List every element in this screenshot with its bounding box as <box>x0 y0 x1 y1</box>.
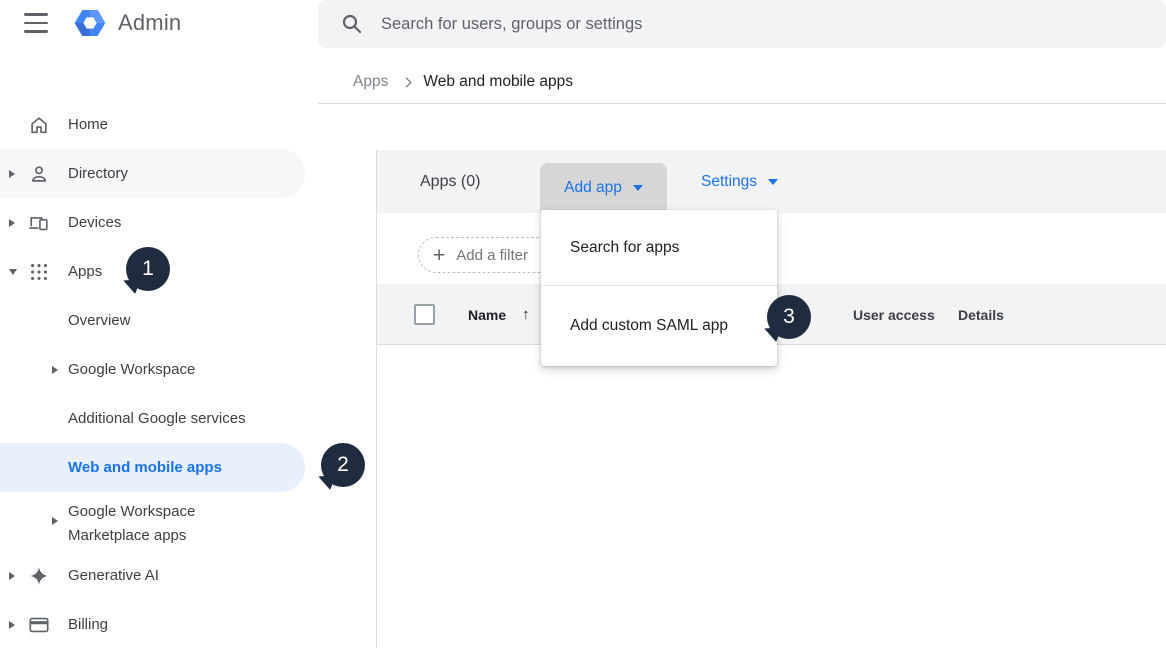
annotation-step-2-badge: 2 <box>321 443 365 487</box>
expand-arrow-icon[interactable] <box>9 621 15 629</box>
annotation-step-1-badge: 1 <box>126 247 170 291</box>
sidebar-item-web-and-mobile-apps[interactable]: Web and mobile apps <box>0 443 305 492</box>
breadcrumb-apps-link[interactable]: Apps <box>353 73 388 91</box>
add-app-menu: Search for apps Add custom SAML app <box>541 210 777 366</box>
admin-console: Admin Apps Web and mobile apps Home Dire… <box>0 0 1166 648</box>
sidebar-item-generative-ai[interactable]: Generative AI <box>0 551 305 600</box>
add-app-label: Add app <box>564 179 622 197</box>
sidebar-item-google-workspace[interactable]: Google Workspace <box>0 345 305 394</box>
menu-item-add-custom-saml-app[interactable]: Add custom SAML app <box>541 286 777 366</box>
apps-toolbar: Apps (0) Add app Settings <box>377 150 1166 213</box>
chevron-down-icon <box>768 179 778 185</box>
sidebar-item-marketplace-apps[interactable]: Google Workspace Marketplace apps <box>0 492 305 550</box>
add-app-button[interactable]: Add app <box>540 163 667 213</box>
search-input[interactable] <box>381 15 1081 34</box>
sidebar-item-billing[interactable]: Billing <box>0 600 305 648</box>
plus-icon: + <box>433 245 445 266</box>
expand-arrow-icon[interactable] <box>52 517 58 525</box>
person-icon <box>28 163 50 185</box>
chevron-down-icon <box>633 185 643 191</box>
sparkle-icon <box>28 565 50 587</box>
sidebar-item-devices[interactable]: Devices <box>0 198 305 247</box>
search-icon <box>340 12 364 36</box>
column-header-details: Details <box>958 284 1004 345</box>
add-filter-label: Add a filter <box>456 247 528 264</box>
admin-logo-icon <box>72 5 108 41</box>
column-header-name[interactable]: Name ↑ <box>468 284 530 345</box>
sidebar-item-additional-google-services[interactable]: Additional Google services <box>0 394 305 443</box>
sidebar-item-overview[interactable]: Overview <box>0 296 305 345</box>
column-header-user-access: User access <box>853 284 935 345</box>
search-bar[interactable] <box>318 0 1166 48</box>
menu-item-search-for-apps[interactable]: Search for apps <box>541 210 777 286</box>
expand-arrow-icon[interactable] <box>9 170 15 178</box>
content-left-divider <box>376 150 377 648</box>
settings-label: Settings <box>701 173 757 191</box>
devices-icon <box>28 212 50 234</box>
expand-arrow-icon[interactable] <box>9 219 15 227</box>
select-all-checkbox[interactable] <box>414 304 435 325</box>
apps-count-title: Apps (0) <box>420 150 480 213</box>
annotation-step-3-badge: 3 <box>767 295 811 339</box>
sidebar-item-home[interactable]: Home <box>0 100 305 149</box>
home-icon <box>28 114 50 136</box>
settings-button[interactable]: Settings <box>701 150 778 213</box>
header-divider <box>318 103 1166 104</box>
expand-arrow-icon[interactable] <box>52 366 58 374</box>
breadcrumb-current-page: Web and mobile apps <box>423 73 573 91</box>
brand-title: Admin <box>118 10 181 36</box>
credit-card-icon <box>28 614 50 636</box>
menu-icon[interactable] <box>24 13 48 33</box>
sidebar-item-directory[interactable]: Directory <box>0 149 305 198</box>
expand-arrow-icon[interactable] <box>9 572 15 580</box>
admin-logo[interactable]: Admin <box>72 5 181 41</box>
collapse-arrow-icon[interactable] <box>9 269 17 275</box>
sort-ascending-icon: ↑ <box>522 306 530 323</box>
chevron-right-icon <box>402 77 412 87</box>
apps-grid-icon <box>28 261 50 283</box>
breadcrumb: Apps Web and mobile apps <box>353 70 573 94</box>
